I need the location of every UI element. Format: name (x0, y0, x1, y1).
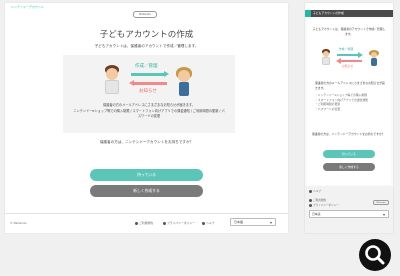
have-account-button[interactable]: 持っている (323, 150, 375, 158)
mobile-privacy-label: プライバシーポリシー (313, 204, 339, 207)
bullet-icon (309, 203, 312, 207)
nintendo-logo: Nintendo (133, 11, 157, 18)
language-value: 日本語 (234, 220, 244, 224)
mobile-topbar (305, 3, 393, 10)
terms-link[interactable]: ご利用規約 (135, 221, 153, 225)
mobile-header: 子どもアカウントの作成 (305, 10, 393, 17)
help-link-label: ヘルプ (206, 221, 215, 225)
terms-link-label: ご利用規約 (139, 221, 153, 225)
child-mii-icon (103, 65, 121, 97)
mobile-language-value: 日本語 (312, 212, 321, 216)
footer: © Nintendo ご利用規約 プライバシーポリシー ヘルプ 日本語 (5, 213, 288, 233)
privacy-link-label: プライバシーポリシー (167, 221, 195, 225)
notification-label: お知らせ (139, 89, 157, 94)
mobile-notice: 保護者の方のメールアドレスにさまざまなお知らせが届きます。 (315, 81, 385, 90)
arrow-left-icon (129, 80, 167, 86)
desktop-window: ニンテンドーアカウント Nintendo 子どもアカウントの作成 子どもアカウン… (5, 3, 288, 233)
chevron-down-icon (383, 213, 385, 216)
mobile-question: 保護者の方は、ニンテンドーアカウントをお持ちですか？ (312, 132, 385, 136)
chevron-down-icon (270, 221, 272, 224)
privacy-link[interactable]: プライバシーポリシー (163, 221, 195, 225)
bullet-icon (135, 221, 138, 225)
create-new-button[interactable]: 新しく作成する (323, 163, 375, 171)
account-question: 保護者の方は、ニンテンドーアカウントをお持ちですか？ (99, 140, 194, 144)
bullet-icon (309, 189, 312, 193)
header: ニンテンドーアカウント (5, 3, 288, 11)
search-icon (365, 245, 385, 265)
bullet-icon (163, 221, 166, 225)
notification-label: お知らせ (342, 64, 354, 68)
mobile-notice-list: ・ニンテンドーeショップ等での購入制限 ・スマートフォン向けアプリでの課金通知 … (315, 93, 385, 111)
create-new-button[interactable]: 新しく作成する (90, 185, 203, 197)
child-mii-icon (321, 49, 331, 67)
copyright: © Nintendo (10, 221, 27, 225)
arrow-right-icon (131, 71, 169, 77)
language-select[interactable]: 日本語 (230, 218, 276, 226)
bullet-icon (202, 221, 205, 225)
mobile-terms-label: ご利用規約 (313, 199, 326, 202)
parent-mii-icon (175, 67, 193, 97)
mobile-window: 子どもアカウントの作成 子どもアカウントは、保護者のアカウントで作成／管理します… (305, 3, 393, 233)
page-subtitle: 子どもアカウントは、保護者のアカウントで作成／管理します。 (94, 44, 199, 48)
mobile-language-select[interactable]: 日本語 (309, 210, 389, 218)
create-manage-label: 作成／管理 (339, 47, 353, 51)
bullet-icon (309, 198, 312, 202)
mobile-content: 子どもアカウントは、保護者のアカウントで作成／管理します。 作成／管理 お知らせ… (307, 19, 391, 185)
mobile-help-label: ヘルプ (313, 190, 321, 193)
mobile-terms-link[interactable]: ご利用規約 (309, 198, 326, 202)
arrow-right-icon (337, 52, 363, 58)
create-manage-label: 作成／管理 (135, 64, 158, 69)
illustration-panel: 作成／管理 お知らせ (63, 55, 235, 133)
page-title: 子どもアカウントの作成 (99, 30, 194, 40)
mobile-subtitle: 子どもアカウントは、保護者のアカウントで作成／管理します。 (312, 27, 386, 36)
notice-text: 保護者の方のメールアドレスにさまざまなお知らせが届きます。 ニンテンドーeショッ… (67, 103, 231, 120)
search-button[interactable] (359, 239, 391, 271)
mobile-nintendo-logo: Nintendo (373, 200, 389, 205)
mobile-help-link[interactable]: ヘルプ (309, 189, 321, 193)
parent-mii-icon (369, 50, 379, 67)
notice-line-2: ニンテンドーeショップ等での購入制限 / スマートフォン向けアプリでの課金通知 … (73, 108, 225, 119)
back-icon[interactable] (305, 10, 311, 17)
mobile-header-title: 子どもアカウントの作成 (313, 11, 344, 15)
help-link[interactable]: ヘルプ (202, 221, 214, 225)
list-item: ・パスワードの変更 (315, 106, 341, 111)
mobile-footer: ヘルプ ご利用規約 プライバシーポリシー Nintendo 日本語 (305, 186, 393, 233)
brand-link[interactable]: ニンテンドーアカウント (11, 5, 44, 9)
mobile-privacy-link[interactable]: プライバシーポリシー (309, 203, 339, 207)
arrow-left-icon (336, 58, 362, 64)
have-account-button[interactable]: 持っている (90, 169, 203, 181)
